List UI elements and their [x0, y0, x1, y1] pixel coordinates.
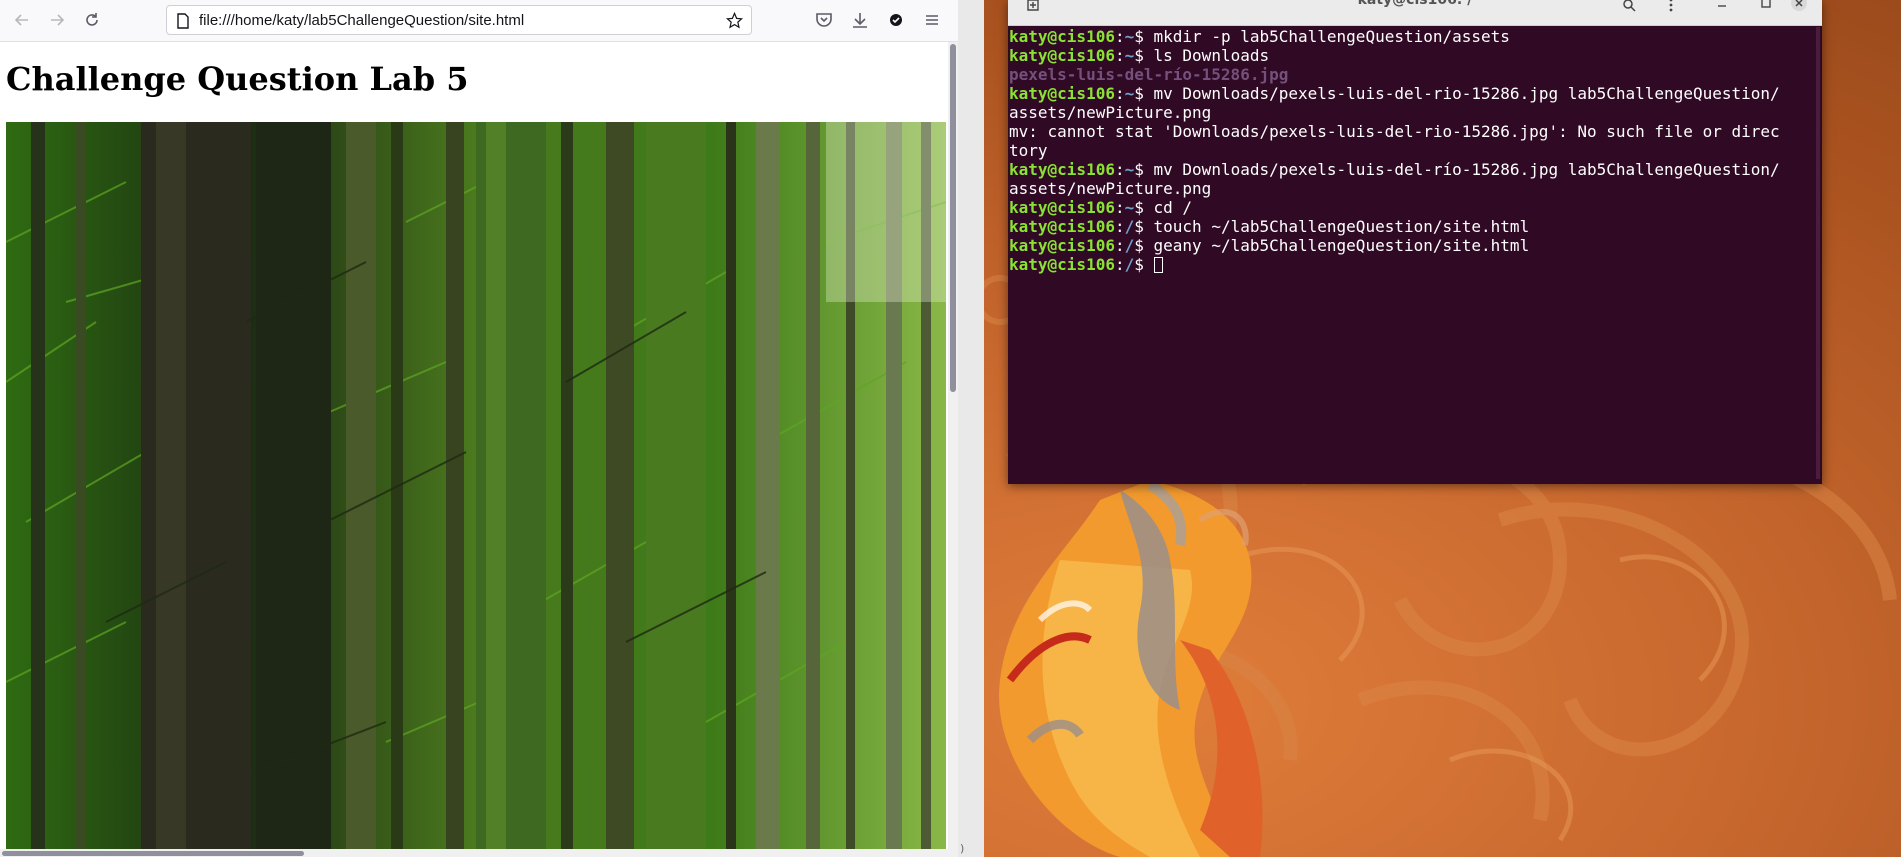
file-listing: pexels-luis-del-río-15286.jpg: [1009, 65, 1289, 84]
terminal-line: tory: [1009, 141, 1048, 160]
terminal-title: katy@cis106: /: [1357, 0, 1473, 8]
bookmark-star-icon[interactable]: [726, 12, 743, 29]
terminal-line: pexels-luis-del-río-15286.jpg: [1009, 65, 1815, 84]
minimize-icon: [1718, 5, 1726, 7]
terminal-line: katy@cis106:~$ mv Downloads/pexels-luis-…: [1009, 160, 1780, 179]
error-message: mv: cannot stat 'Downloads/pexels-luis-d…: [1009, 122, 1780, 141]
menu-button[interactable]: [920, 8, 944, 32]
pocket-button[interactable]: [812, 8, 836, 32]
terminal-line: katy@cis106:~$ ls Downloads: [1009, 46, 1270, 65]
terminal-cursor: [1153, 257, 1163, 273]
terminal-scrollbar[interactable]: [1816, 27, 1820, 479]
page-content: Challenge Question Lab 5: [0, 42, 948, 849]
kebab-menu-icon: [1669, 0, 1673, 12]
arrow-right-icon: [51, 14, 65, 26]
terminal-line: katy@cis106:/$ touch ~/lab5ChallengeQues…: [1009, 217, 1530, 236]
terminal-header: katy@cis106: /: [1008, 0, 1822, 26]
terminal-line: katy@cis106:/$ geany ~/lab5ChallengeQues…: [1009, 236, 1530, 255]
download-icon: [853, 13, 867, 28]
close-icon: [1791, 0, 1807, 11]
url-text: file:///home/katy/lab5ChallengeQuestion/…: [199, 12, 525, 29]
maximize-button[interactable]: [1756, 0, 1776, 10]
vertical-scrollbar[interactable]: [948, 42, 958, 849]
vertical-scroll-thumb[interactable]: [950, 44, 956, 392]
terminal-line: assets/newPicture.png: [1009, 103, 1212, 122]
downloads-button[interactable]: [848, 8, 872, 32]
terminal-line: mv: cannot stat 'Downloads/pexels-luis-d…: [1009, 122, 1815, 141]
reload-icon: [86, 13, 98, 26]
terminal-window: katy@cis106: / katy@cis106:~$ mkdir -p l…: [1008, 0, 1822, 484]
window-gap: ): [958, 0, 984, 857]
terminal-line: katy@cis106:~$ mv Downloads/pexels-luis-…: [1009, 84, 1780, 103]
terminal-search-button[interactable]: [1614, 0, 1644, 16]
terminal-prompt-line[interactable]: katy@cis106:/$: [1009, 255, 1815, 274]
search-icon: [1623, 0, 1636, 12]
page-title: Challenge Question Lab 5: [6, 60, 469, 98]
terminal-line: assets/newPicture.png: [1009, 179, 1212, 198]
terminal-line: katy@cis106:~$ mkdir -p lab5ChallengeQue…: [1009, 27, 1510, 46]
forest-image: [6, 122, 946, 849]
address-bar[interactable]: file:///home/katy/lab5ChallengeQuestion/…: [166, 5, 752, 35]
hamburger-menu-icon: [926, 15, 938, 25]
minimize-button[interactable]: [1712, 0, 1732, 10]
terminal-output[interactable]: katy@cis106:~$ mkdir -p lab5ChallengeQue…: [1009, 27, 1815, 479]
page-icon: [177, 13, 189, 29]
extensions-button[interactable]: [884, 8, 908, 32]
arrow-left-icon: [14, 14, 28, 26]
new-tab-button[interactable]: [1022, 0, 1044, 16]
gap-glyph: ): [960, 842, 965, 855]
back-button[interactable]: [10, 8, 34, 32]
terminal-line: katy@cis106:~$ cd /: [1009, 198, 1193, 217]
horizontal-scroll-thumb[interactable]: [2, 851, 304, 856]
browser-window: file:///home/katy/lab5ChallengeQuestion/…: [0, 0, 958, 857]
horizontal-scrollbar[interactable]: [0, 849, 958, 857]
extension-icon: [890, 14, 902, 26]
terminal-menu-button[interactable]: [1656, 0, 1686, 16]
forward-button[interactable]: [45, 8, 69, 32]
browser-toolbar: file:///home/katy/lab5ChallengeQuestion/…: [0, 0, 958, 42]
close-button[interactable]: [1788, 0, 1810, 12]
maximize-icon: [1761, 0, 1771, 8]
pocket-icon: [816, 13, 832, 27]
reload-button[interactable]: [80, 8, 104, 32]
new-tab-icon: [1027, 0, 1039, 11]
